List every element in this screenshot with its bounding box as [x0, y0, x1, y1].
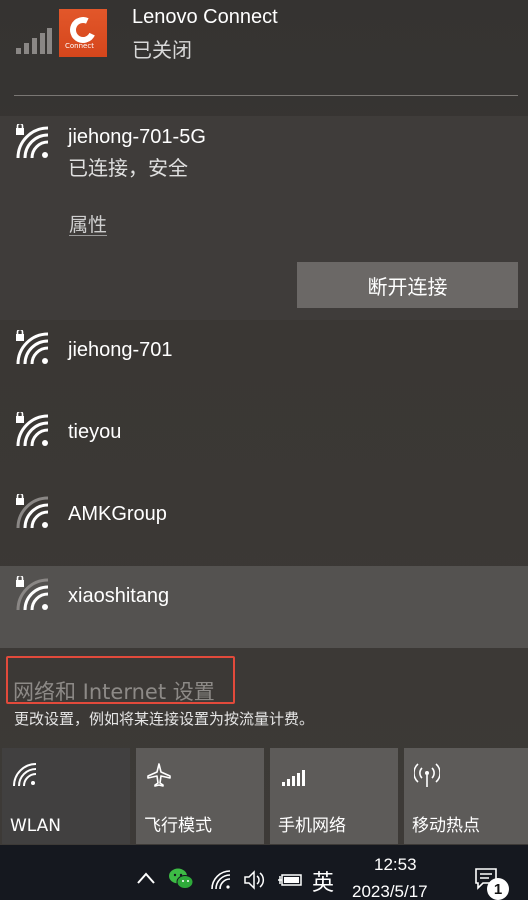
- tile-label: 飞行模式: [144, 816, 212, 836]
- secured-wifi-icon: [16, 330, 49, 365]
- lenovo-connect-status: 已关闭: [132, 40, 192, 62]
- secured-wifi-icon: [16, 124, 49, 159]
- divider: [14, 95, 518, 96]
- cellular-icon: [282, 770, 305, 786]
- airplane-icon: [147, 763, 171, 787]
- network-name: AMKGroup: [68, 503, 167, 525]
- wifi-tray-icon[interactable]: [210, 869, 232, 891]
- network-flyout: Connect Lenovo Connect 已关闭 jiehong-701-5…: [0, 0, 528, 845]
- battery-icon[interactable]: [277, 872, 303, 888]
- network-item[interactable]: xiaoshitang: [0, 566, 528, 648]
- connected-network-status: 已连接，安全: [68, 158, 188, 180]
- clock-date[interactable]: 2023/5/17: [352, 882, 428, 900]
- wechat-icon[interactable]: [168, 867, 194, 891]
- volume-icon[interactable]: [243, 869, 267, 891]
- network-item[interactable]: tieyou: [0, 402, 528, 484]
- settings-description: 更改设置，例如将某连接设置为按流量计费。: [14, 710, 315, 728]
- network-item[interactable]: jiehong-701: [0, 320, 528, 402]
- cellular-tile[interactable]: 手机网络: [270, 748, 398, 844]
- input-method-indicator[interactable]: 英: [312, 865, 334, 897]
- tile-label: 手机网络: [278, 816, 346, 836]
- network-name: tieyou: [68, 421, 122, 443]
- secured-wifi-icon: [16, 576, 49, 611]
- tile-label: WLAN: [10, 816, 62, 836]
- network-settings-link[interactable]: 网络和 Internet 设置: [13, 676, 215, 706]
- airplane-mode-tile[interactable]: 飞行模式: [136, 748, 264, 844]
- clock-time[interactable]: 12:53: [374, 855, 417, 875]
- lenovo-connect-logo: Connect: [59, 9, 107, 57]
- connected-network[interactable]: jiehong-701-5G 已连接，安全 属性 断开连接: [0, 116, 528, 320]
- chevron-up-icon[interactable]: [136, 871, 156, 885]
- network-name: jiehong-701: [68, 339, 173, 361]
- hotspot-icon: [414, 763, 440, 787]
- secured-wifi-icon: [16, 494, 49, 529]
- disconnect-button[interactable]: 断开连接: [297, 262, 518, 308]
- tile-label: 移动热点: [412, 816, 480, 836]
- mobile-hotspot-tile[interactable]: 移动热点: [404, 748, 528, 844]
- network-name: xiaoshitang: [68, 585, 170, 607]
- lenovo-connect-row[interactable]: Connect Lenovo Connect 已关闭: [0, 0, 528, 76]
- taskbar: 英 12:53 2023/5/17 1: [0, 845, 528, 900]
- lenovo-connect-title: Lenovo Connect: [132, 6, 278, 28]
- lenovo-connect-logo-text: Connect: [65, 42, 94, 50]
- secured-wifi-icon: [16, 412, 49, 447]
- wifi-icon: [13, 763, 37, 787]
- notification-badge: 1: [487, 878, 509, 900]
- network-item[interactable]: AMKGroup: [0, 484, 528, 566]
- properties-link[interactable]: 属性: [69, 210, 107, 237]
- cellular-signal-icon: [16, 28, 52, 54]
- connected-network-name: jiehong-701-5G: [68, 126, 206, 148]
- wlan-tile[interactable]: WLAN: [2, 748, 130, 844]
